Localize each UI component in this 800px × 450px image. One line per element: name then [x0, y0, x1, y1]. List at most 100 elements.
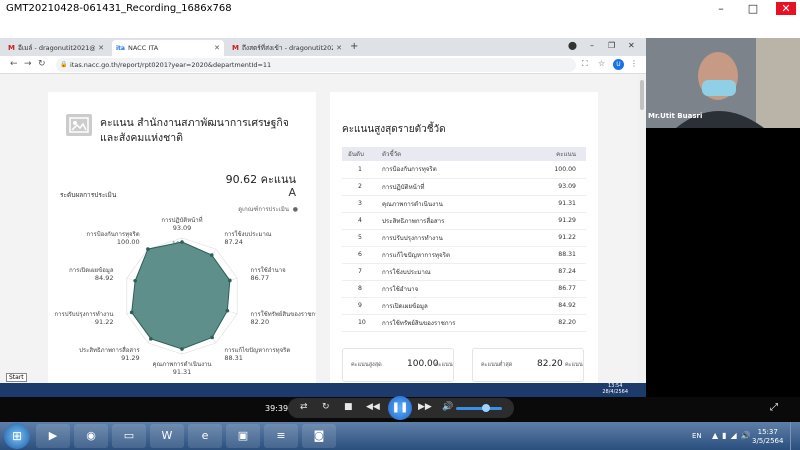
system-time: 15:37 [757, 428, 778, 436]
radar-category-label: การปฏิบัติหน้าที่ [161, 216, 202, 224]
radar-value-label: 93.09 [173, 224, 192, 232]
back-icon[interactable]: ← [10, 59, 18, 69]
rank-cell: 1 [342, 161, 376, 179]
close-tab-icon[interactable]: ✕ [214, 44, 220, 52]
line-app[interactable]: ◙ [302, 424, 336, 448]
ita-icon: ita [116, 44, 125, 52]
rank-cell: 7 [342, 263, 376, 281]
rank-cell: 10 [342, 314, 376, 332]
score-cell: 87.24 [518, 263, 586, 281]
next-icon[interactable]: ▶▶ [418, 402, 432, 412]
organization-title: คะแนน สำนักงานสภาพัฒนาการเศรษฐกิจและสังค… [100, 117, 289, 144]
indicator-cell: คุณภาพการดำเนินงาน [376, 195, 519, 213]
chrome-app[interactable]: ◉ [74, 424, 108, 448]
system-clock[interactable]: 15:37 3/5/2564 [752, 428, 783, 446]
pause-button[interactable]: ❚❚ [388, 396, 412, 420]
file-explorer-app[interactable]: ▭ [112, 424, 146, 448]
table-row: 7 การใช้งบประมาณ 87.24 [342, 263, 586, 281]
close-button[interactable]: ✕ [776, 2, 796, 15]
score-cell: 91.31 [518, 195, 586, 213]
new-tab-button[interactable]: + [350, 41, 358, 52]
max-score-label: คะแนนสูงสุด [351, 362, 382, 368]
table-row: 5 การปรับปรุงการทำงาน 91.22 [342, 229, 586, 247]
ranking-title: คะแนนสูงสุดรายตัวชี้วัด [342, 124, 446, 135]
radar-category-label: การป้องกันการทุจริต [87, 231, 140, 238]
min-score-box: คะแนนต่ำสุด 82.20 คะแนน [472, 348, 584, 382]
shuffle-icon[interactable]: ⇄ [300, 402, 308, 412]
show-desktop-button[interactable] [790, 422, 800, 450]
min-score-label: คะแนนต่ำสุด [481, 362, 513, 368]
window-app[interactable]: ▣ [226, 424, 260, 448]
fullscreen-icon[interactable]: ⤢ [770, 402, 778, 413]
radar-point [129, 310, 134, 315]
tray-icons[interactable]: ▲▮◢🔊 [712, 431, 755, 440]
radar-category-label: การใช้งบประมาณ [224, 230, 272, 238]
profile-avatar[interactable]: U [613, 59, 624, 70]
reload-icon[interactable]: ↻ [38, 59, 46, 69]
radar-value-label: 87.24 [224, 238, 243, 246]
rank-cell: 6 [342, 246, 376, 264]
column-header-score: คะแนน [518, 147, 586, 161]
ranking-card: คะแนนสูงสุดรายตัวชี้วัด อันดับ ตัวชี้วัด… [330, 92, 598, 383]
browser-restore-button[interactable]: ❐ [608, 41, 615, 50]
page-scrollbar[interactable] [638, 74, 646, 383]
recorded-clock: 13:54 28/4/2564 [602, 383, 628, 395]
browser-window: M อีเมล์ - dragonutit2021@gmail.com ✕ it… [0, 38, 646, 383]
table-row: 6 การแก้ไขปัญหาการทุจริต 88.31 [342, 246, 586, 264]
radar-category-label: การปรับปรุงการทำงาน [55, 311, 114, 318]
indicator-cell: การปฏิบัติหน้าที่ [376, 178, 519, 196]
tab-gmail-1[interactable]: M อีเมล์ - dragonutit2021@gmail.com ✕ [4, 40, 108, 56]
score-card: คะแนน สำนักงานสภาพัฒนาการเศรษฐกิจและสังค… [48, 92, 316, 383]
minimize-button[interactable]: – [712, 2, 730, 15]
language-indicator[interactable]: EN [692, 432, 702, 440]
radar-value-label: 86.77 [250, 274, 269, 282]
column-header-rank: อันดับ [342, 147, 376, 161]
recorded-start-label: Start [6, 373, 27, 382]
close-tab-icon[interactable]: ✕ [98, 44, 104, 52]
radar-point [228, 278, 232, 283]
browser-minimize-button[interactable]: – [590, 41, 594, 50]
url-text: itas.nacc.go.th/report/rpt0201?year=2020… [70, 61, 272, 69]
start-button[interactable]: ⊞ [4, 423, 30, 449]
player-title: GMT20210428-061431_Recording_1686x768 [6, 3, 232, 14]
address-bar-row: ← → ↻ 🔒 itas.nacc.go.th/report/rpt0201?y… [0, 56, 646, 74]
score-cell: 82.20 [518, 314, 586, 332]
radar-chart: 50100 การปฏิบัติหน้าที่93.09การใช้งบประม… [55, 216, 316, 376]
archive-app[interactable]: ≡ [264, 424, 298, 448]
radar-point [149, 337, 153, 341]
bookmark-star-icon[interactable]: ☆ [598, 59, 605, 68]
recorded-taskbar: Start 13:54 28/4/2564 [0, 373, 646, 397]
previous-icon[interactable]: ◀◀ [366, 402, 380, 412]
radar-series-area [131, 241, 231, 350]
menu-icon[interactable]: ⋮ [630, 59, 638, 68]
webcam-empty-area [646, 128, 800, 384]
url-input[interactable]: 🔒 itas.nacc.go.th/report/rpt0201?year=20… [56, 58, 576, 72]
repeat-icon[interactable]: ↻ [322, 402, 330, 412]
table-row: 3 คุณภาพการดำเนินงาน 91.31 [342, 195, 586, 213]
internet-explorer-app[interactable]: e [188, 424, 222, 448]
word-app[interactable]: W [150, 424, 184, 448]
translate-icon[interactable]: ⛶ [582, 59, 588, 69]
rank-cell: 2 [342, 178, 376, 196]
control-pill: ⇄ ↻ ■ ◀◀ ❚❚ ▶▶ 🔊 [288, 396, 514, 420]
browser-close-button[interactable]: ✕ [628, 41, 635, 50]
tab-label: อีเมล์ - dragonutit2021@gmail.com [17, 44, 96, 52]
radar-point [210, 335, 214, 340]
volume-slider[interactable] [456, 407, 502, 410]
stop-icon[interactable]: ■ [344, 402, 353, 412]
tab-nacc-ita[interactable]: ita NACC ITA ✕ [112, 40, 224, 56]
table-row: 8 การใช้อำนาจ 86.77 [342, 280, 586, 298]
tab-gmail-2[interactable]: M ถึงสตร์ที่ส่งเข้า - dragonutit2021@g ✕ [228, 40, 346, 56]
indicator-cell: ประสิทธิภาพการสื่อสาร [376, 212, 519, 230]
media-player-app[interactable]: ▶ [36, 424, 70, 448]
volume-icon[interactable]: 🔊 [442, 402, 453, 412]
min-score-value: 82.20 [537, 359, 563, 369]
volume-knob[interactable] [482, 404, 490, 412]
table-row: 4 ประสิทธิภาพการสื่อสาร 91.29 [342, 212, 586, 230]
maximize-button[interactable]: □ [744, 2, 762, 15]
forward-icon[interactable]: → [24, 59, 32, 69]
radar-category-label: คุณภาพการดำเนินงาน [152, 361, 211, 368]
browser-record-icon: ⬤ [568, 41, 577, 50]
close-tab-icon[interactable]: ✕ [336, 44, 342, 52]
score-cell: 84.92 [518, 297, 586, 315]
